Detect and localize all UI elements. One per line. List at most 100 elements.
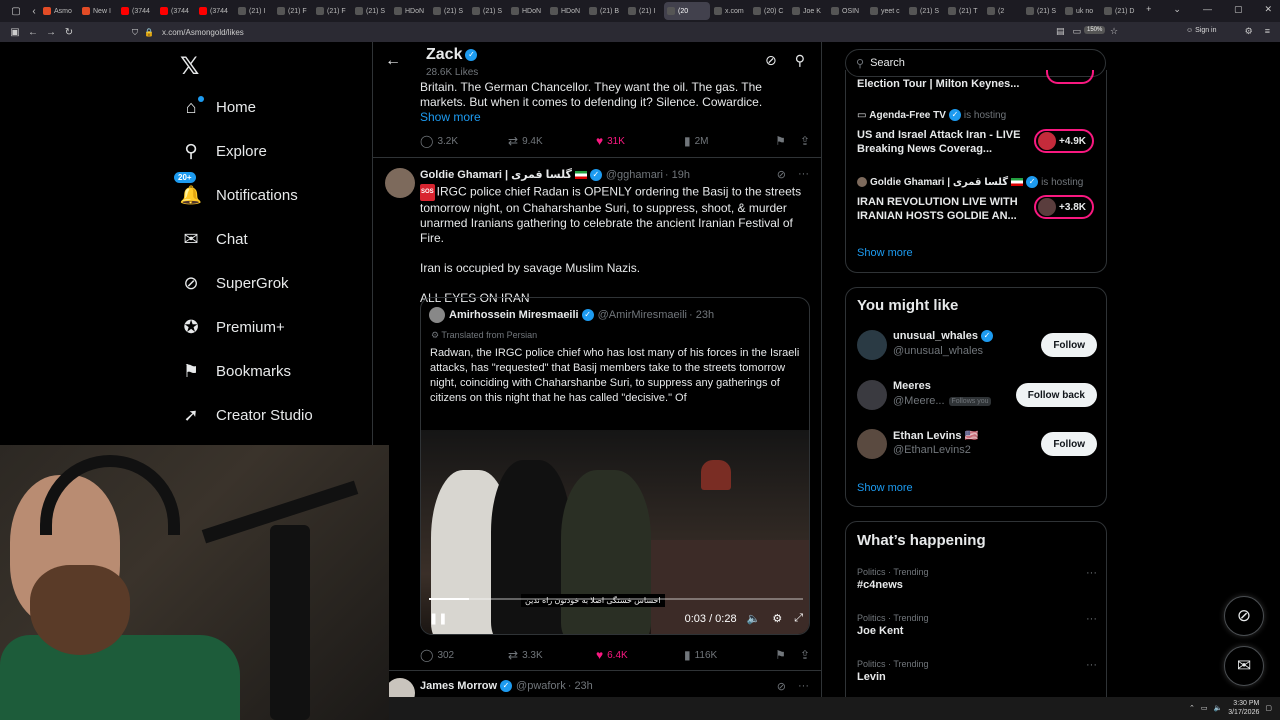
browser-tab[interactable]: (21) T xyxy=(945,2,983,20)
repost-button[interactable]: ⇄ 3.3K xyxy=(508,648,596,662)
browser-tab[interactable]: (21) S xyxy=(469,2,507,20)
reader-view-icon[interactable]: ▤ xyxy=(1056,26,1065,37)
reply-button[interactable]: ◯ 302 xyxy=(420,648,508,662)
browser-tab[interactable]: (21) F xyxy=(274,2,312,20)
trend-item[interactable]: Politics · Trending Levin ··· xyxy=(857,659,1097,683)
clock[interactable]: 3:30 PM 3/17/2026 xyxy=(1228,699,1259,717)
more-options-icon[interactable]: ··· xyxy=(1086,613,1097,625)
avatar[interactable] xyxy=(857,429,887,459)
browser-tab[interactable]: (20) C xyxy=(750,2,788,20)
live-title[interactable]: IRAN REVOLUTION LIVE WITH IRANIAN HOSTS … xyxy=(857,195,1027,223)
trend-item[interactable]: Politics · Trending Joe Kent ··· xyxy=(857,613,1097,637)
lock-icon[interactable]: 🔒 xyxy=(144,28,154,37)
extensions-icon[interactable]: ⚙ xyxy=(1245,26,1253,37)
browser-tab[interactable]: (3744 xyxy=(157,2,195,20)
browser-tab[interactable]: Asmo xyxy=(40,2,78,20)
grok-fab-button[interactable]: ⊘ xyxy=(1224,596,1264,636)
messages-fab-button[interactable]: ✉ xyxy=(1224,646,1264,686)
picture-in-picture-icon[interactable]: ▭ xyxy=(1073,26,1082,37)
shield-icon[interactable]: ⛉ xyxy=(132,28,138,38)
more-options-icon[interactable]: ··· xyxy=(798,168,809,181)
follow-suggestion[interactable]: Ethan Levins 🇺🇸 @EthanLevins2 Follow xyxy=(857,425,1097,465)
browser-tab[interactable]: HDoN xyxy=(391,2,429,20)
zoom-level[interactable]: 150% xyxy=(1084,26,1106,34)
volume-icon[interactable]: 🔈 xyxy=(1214,704,1223,712)
tab-list-icon[interactable]: ▢ xyxy=(10,6,22,17)
avatar[interactable] xyxy=(857,330,887,360)
author-handle[interactable]: @gghamari xyxy=(606,169,663,181)
browser-tab[interactable]: HDoN xyxy=(547,2,585,20)
browser-tab[interactable]: (21) S xyxy=(352,2,390,20)
live-listener-pill[interactable]: +3.8K xyxy=(1034,195,1094,219)
minimize-button[interactable]: — xyxy=(1203,4,1212,15)
avatar[interactable] xyxy=(385,168,415,198)
more-options-icon[interactable]: ··· xyxy=(798,680,809,693)
browser-tab[interactable]: (21) B xyxy=(586,2,624,20)
search-icon[interactable]: ⚲ xyxy=(795,52,805,69)
quoted-tweet[interactable]: Amirhossein Miresmaeili ✓ @AmirMiresmaei… xyxy=(420,297,810,635)
like-button[interactable]: ♥ 6.4K xyxy=(596,648,684,662)
sidebar-toggle-icon[interactable]: ▣ xyxy=(6,27,24,38)
sign-in-button[interactable]: ☺ Sign in xyxy=(1186,27,1217,34)
suggestion-name[interactable]: Meeres xyxy=(893,380,931,392)
reply-button[interactable]: ◯ 3.2K xyxy=(420,134,508,148)
author-name[interactable]: James Morrow xyxy=(420,680,497,692)
bookmark-star-icon[interactable]: ☆ xyxy=(1110,26,1118,37)
views-button[interactable]: ▮ 2M xyxy=(684,134,772,148)
show-more-link[interactable]: Show more xyxy=(420,110,481,124)
suggestion-name[interactable]: unusual_whales ✓ xyxy=(893,330,993,343)
browser-tab[interactable]: x.com xyxy=(711,2,749,20)
follow-suggestion[interactable]: unusual_whales ✓ @unusual_whales Follow xyxy=(857,326,1097,366)
live-listener-pill[interactable]: +4.9K xyxy=(1034,129,1094,153)
menu-icon[interactable]: ≡ xyxy=(1265,26,1270,37)
browser-tab[interactable]: OSIN xyxy=(828,2,866,20)
show-more-link[interactable]: Show more xyxy=(857,247,913,259)
author-name[interactable]: Goldie Ghamari | گلسا قمری xyxy=(420,168,572,181)
new-tab-button[interactable]: + xyxy=(1146,4,1151,15)
live-listener-pill[interactable] xyxy=(1046,70,1094,84)
close-window-button[interactable]: ✕ xyxy=(1264,4,1272,15)
nav-item-bookmarks[interactable]: ⚑ Bookmarks xyxy=(180,356,291,386)
browser-tab[interactable]: (21) F xyxy=(313,2,351,20)
bookmark-icon[interactable]: ⚑ xyxy=(775,648,786,662)
more-options-icon[interactable]: ··· xyxy=(1086,567,1097,579)
share-icon[interactable]: ⇪ xyxy=(800,648,810,662)
tweet-time[interactable]: · 23h xyxy=(568,680,593,692)
follow-button[interactable]: Follow back xyxy=(1015,383,1097,407)
address-bar[interactable]: ⛉ 🔒 x.com/Asmongold/likes xyxy=(132,25,1122,40)
video-player[interactable]: احساس خستگی اصلا به خودتون راه ندین ❚❚ 0… xyxy=(421,430,809,634)
browser-tab[interactable]: (21) S xyxy=(1023,2,1061,20)
notification-icon[interactable]: ▢ xyxy=(1265,704,1272,712)
grok-icon[interactable]: ⊘ xyxy=(777,168,786,181)
follow-button[interactable]: Follow xyxy=(1041,432,1097,456)
follow-suggestion[interactable]: Meeres @Meere... Follows you Follow back xyxy=(857,376,1097,416)
bookmark-icon[interactable]: ⚑ xyxy=(775,134,786,148)
show-more-link[interactable]: Show more xyxy=(857,482,913,494)
pause-icon[interactable]: ❚❚ xyxy=(429,612,447,625)
browser-tab[interactable]: (21) D xyxy=(1101,2,1139,20)
nav-item-premium[interactable]: ✪ Premium+ xyxy=(180,312,284,342)
grok-icon[interactable]: ⊘ xyxy=(777,680,786,693)
tab-overflow-icon[interactable]: ⌄ xyxy=(1173,4,1181,15)
nav-item-supergrok[interactable]: ⊘ SuperGrok xyxy=(180,268,288,298)
url-text[interactable]: x.com/Asmongold/likes xyxy=(162,28,244,37)
nav-item-notifications[interactable]: 🔔 20+ Notifications xyxy=(174,172,298,210)
browser-tab[interactable]: (2 xyxy=(984,2,1022,20)
browser-tab[interactable]: (20 xyxy=(664,2,710,20)
views-button[interactable]: ▮ 116K xyxy=(684,648,772,662)
nav-item-creator-studio[interactable]: ➚ Creator Studio xyxy=(180,400,312,430)
share-icon[interactable]: ⇪ xyxy=(800,134,810,148)
volume-icon[interactable]: 🔈 xyxy=(747,612,761,625)
network-icon[interactable]: ▭ xyxy=(1201,704,1208,712)
tray-expand-icon[interactable]: ⌃ xyxy=(1189,704,1195,712)
like-button[interactable]: ♥ 31K xyxy=(596,134,684,148)
x-logo-icon[interactable]: 𝕏 xyxy=(180,52,199,81)
suggestion-name[interactable]: Ethan Levins 🇺🇸 xyxy=(893,429,978,442)
reload-icon[interactable]: ↻ xyxy=(60,27,78,38)
browser-tab[interactable]: Joe K xyxy=(789,2,827,20)
trend-item[interactable]: Politics · Trending #c4news ··· xyxy=(857,567,1097,591)
browser-tab[interactable]: (3744 xyxy=(118,2,156,20)
tab-scroll-left-icon[interactable]: ‹ xyxy=(28,6,40,17)
tweet-time[interactable]: · 19h xyxy=(665,169,690,181)
grok-icon[interactable]: ⊘ xyxy=(765,52,777,69)
